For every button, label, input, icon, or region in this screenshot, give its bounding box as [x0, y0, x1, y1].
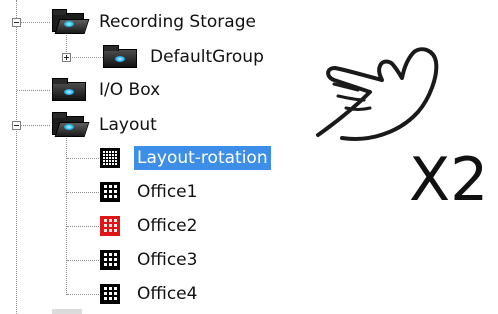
tree-connector-root [16, 0, 17, 314]
tree-connector [17, 90, 50, 91]
tree-item-label: DefaultGroup [150, 47, 264, 67]
tree-item-defaultgroup[interactable]: DefaultGroup [101, 44, 267, 70]
tree-item-layout-rotation[interactable]: Layout-rotation [88, 145, 271, 171]
tree-item-office4[interactable]: Office4 [88, 281, 200, 307]
tree-item-label: Layout [99, 115, 157, 135]
layout-grid-icon [88, 281, 126, 307]
tree-item-label: Office2 [137, 216, 198, 236]
tree-item-label: Recording Storage [99, 12, 256, 32]
tree-item-recording-storage[interactable]: Recording Storage [50, 9, 259, 35]
layout-grid-icon [88, 247, 126, 273]
tree-item-layout[interactable]: Layout [50, 112, 160, 138]
folder-open-icon [50, 9, 90, 35]
folder-open-icon [50, 112, 90, 138]
tree-item-label: Office1 [137, 182, 198, 202]
tree-item-label: Office4 [137, 284, 198, 304]
tree-connector [66, 132, 67, 295]
tree-connector [17, 125, 50, 126]
tree-connector [17, 22, 50, 23]
tree-item-office3[interactable]: Office3 [88, 247, 200, 273]
folder-closed-icon [101, 44, 139, 70]
layout-grid-icon [88, 145, 126, 171]
collapse-toggle-recording-storage[interactable] [12, 18, 21, 27]
collapse-toggle-layout[interactable] [12, 121, 21, 130]
hand-pointer-icon [316, 47, 439, 141]
layout-grid-icon [88, 179, 126, 205]
layout-grid-icon [88, 213, 126, 239]
expand-toggle-defaultgroup[interactable] [62, 53, 71, 62]
tree-item-partial [52, 309, 82, 314]
tree-item-office2[interactable]: Office2 [88, 213, 200, 239]
double-click-annotation: X2 [409, 145, 489, 215]
tree-item-label: I/O Box [99, 80, 161, 100]
tree-connector [67, 57, 105, 58]
tree-item-label: Office3 [137, 250, 198, 270]
tree-item-label: Layout-rotation [134, 146, 271, 170]
tree-item-io-box[interactable]: I/O Box [50, 77, 163, 103]
folder-closed-icon [50, 77, 88, 103]
tree-item-office1[interactable]: Office1 [88, 179, 200, 205]
